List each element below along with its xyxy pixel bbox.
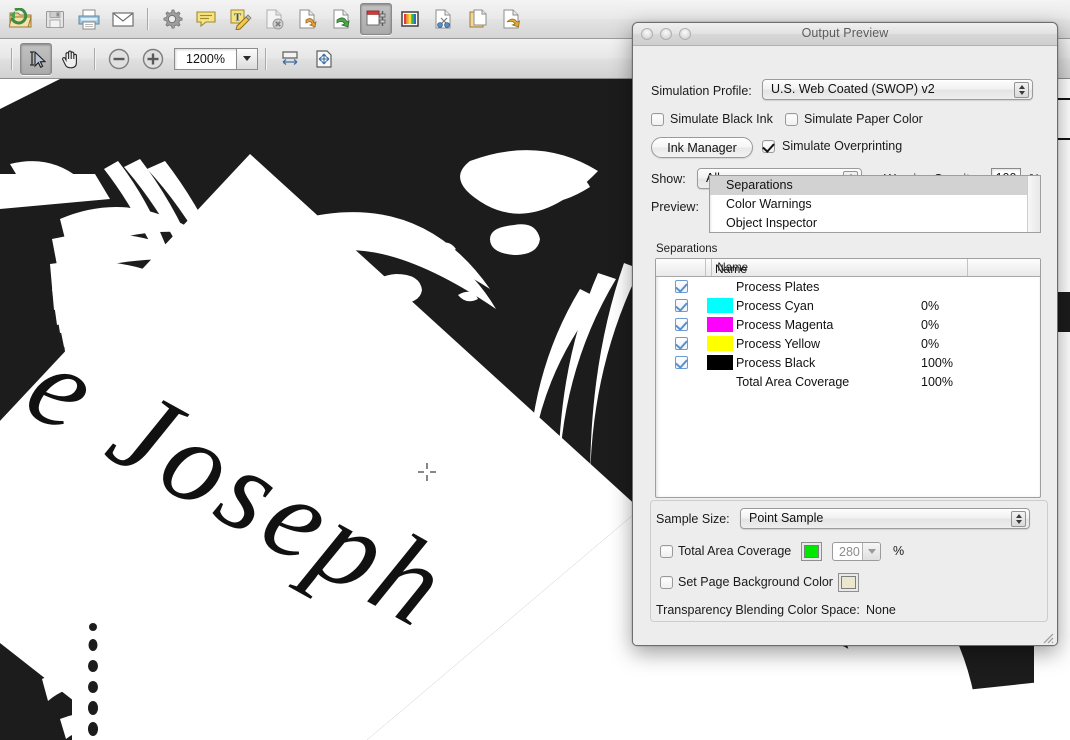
color-swatch <box>707 298 733 313</box>
preview-label: Preview: <box>651 200 699 214</box>
zoom-dropdown-button[interactable] <box>236 47 258 70</box>
separation-visibility-checkbox[interactable] <box>656 318 707 331</box>
separations-group-label: Separations <box>656 243 718 255</box>
simulate-paper-color-label: Simulate Paper Color <box>804 112 923 126</box>
print-icon[interactable] <box>73 3 105 35</box>
separation-value: 0% <box>921 298 940 313</box>
simulate-overprinting-checkbox[interactable] <box>762 140 775 153</box>
toolbar-separator <box>11 47 12 70</box>
toolbar-separator <box>147 8 148 30</box>
table-row[interactable]: Process Black 100% <box>656 353 1040 372</box>
separation-color-swatch <box>707 336 734 351</box>
preview-listbox[interactable]: Separations Color Warnings Object Inspec… <box>709 175 1041 233</box>
page-delete-icon[interactable] <box>258 3 290 35</box>
table-row[interactable]: Process Magenta 0% <box>656 315 1040 334</box>
fit-width-icon[interactable] <box>274 43 306 75</box>
output-preview-icon[interactable] <box>360 3 392 35</box>
text-edit-icon[interactable]: T <box>224 3 256 35</box>
preview-list-scrollbar[interactable] <box>1027 176 1040 232</box>
page-import-icon[interactable] <box>326 3 358 35</box>
fit-page-icon[interactable] <box>308 43 340 75</box>
simulation-profile-value: U.S. Web Coated (SWOP) v2 <box>771 82 935 96</box>
dialog-title: Output Preview <box>801 26 889 40</box>
separation-value: 0% <box>921 336 940 351</box>
separations-table-body: Process Plates Process Cyan 0% Process Mage… <box>656 277 1040 391</box>
table-row[interactable]: Process Cyan 0% <box>656 296 1040 315</box>
preview-item-object-inspector[interactable]: Object Inspector <box>710 214 1040 232</box>
separations-group: Name Process Plates Process Cyan 0% Process… <box>655 258 1041 498</box>
zoom-level-control[interactable]: 1200% <box>174 47 258 71</box>
zoom-level-input[interactable]: 1200% <box>174 47 236 70</box>
column-header-name[interactable]: Name <box>712 259 968 276</box>
crop-pages-icon[interactable] <box>428 3 460 35</box>
separation-value: 100% <box>921 374 953 389</box>
simulation-profile-label: Simulation Profile: <box>651 84 752 98</box>
toolbar-separator <box>265 47 266 70</box>
dialog-title-bar[interactable]: Output Preview <box>633 23 1057 46</box>
stepper-arrows-icon[interactable] <box>1014 82 1029 98</box>
zoom-in-icon[interactable] <box>137 43 169 75</box>
column-header-name-text: Name <box>715 262 748 276</box>
copy-pages-icon[interactable] <box>462 3 494 35</box>
separation-visibility-checkbox[interactable] <box>656 356 707 369</box>
table-row[interactable]: Process Yellow 0% <box>656 334 1040 353</box>
resize-grip-icon[interactable] <box>1040 630 1054 644</box>
checkmark-icon <box>675 337 688 350</box>
separation-visibility-checkbox[interactable] <box>656 337 707 350</box>
open-file-icon[interactable] <box>5 3 37 35</box>
separations-table[interactable]: Name Process Plates Process Cyan 0% Process… <box>655 258 1041 498</box>
separations-table-header: Name <box>656 259 1040 277</box>
separation-name: Total Area Coverage <box>736 374 850 389</box>
separation-color-swatch <box>707 317 734 332</box>
page-export-icon[interactable] <box>292 3 324 35</box>
page-action-icon[interactable] <box>496 3 528 35</box>
toolbar-separator <box>94 47 95 70</box>
chevron-down-icon <box>243 56 251 61</box>
table-row[interactable]: Total Area Coverage 100% <box>656 372 1040 391</box>
preview-item-separations[interactable]: Separations <box>710 176 1040 195</box>
separation-color-swatch <box>707 298 734 313</box>
color-swatch <box>707 336 733 351</box>
separation-name: Process Black <box>736 355 816 370</box>
zoom-out-icon[interactable] <box>103 43 135 75</box>
simulation-profile-select[interactable]: U.S. Web Coated (SWOP) v2 <box>762 79 1033 100</box>
color-bars-icon[interactable] <box>394 3 426 35</box>
column-header-value[interactable] <box>968 259 1040 276</box>
preferences-gear-icon[interactable] <box>156 3 188 35</box>
column-header-check[interactable] <box>656 259 707 276</box>
simulate-overprinting-label: Simulate Overprinting <box>782 139 903 153</box>
separation-visibility-checkbox[interactable] <box>656 299 707 312</box>
simulate-black-ink-checkbox[interactable] <box>651 113 664 126</box>
separation-value: 100% <box>921 355 953 370</box>
checkmark-icon <box>675 280 688 293</box>
email-icon[interactable] <box>107 3 139 35</box>
separation-name: Process Cyan <box>736 298 814 313</box>
save-icon[interactable] <box>39 3 71 35</box>
separation-visibility-checkbox[interactable] <box>656 280 707 293</box>
select-text-tool-icon[interactable] <box>20 42 52 75</box>
separation-name: Process Yellow <box>736 336 821 351</box>
show-label: Show: <box>651 172 686 186</box>
comment-bubble-icon[interactable] <box>190 3 222 35</box>
footer-group-frame <box>650 500 1048 622</box>
color-swatch <box>707 317 733 332</box>
separation-color-swatch <box>707 355 734 370</box>
color-swatch <box>707 355 733 370</box>
checkmark-icon <box>675 356 688 369</box>
simulate-black-ink-label: Simulate Black Ink <box>670 112 773 126</box>
ink-manager-button[interactable]: Ink Manager <box>651 137 753 158</box>
separation-value: 0% <box>921 317 940 332</box>
table-row[interactable]: Process Plates <box>656 277 1040 296</box>
simulate-paper-color-checkbox[interactable] <box>785 113 798 126</box>
separation-name: Process Plates <box>736 279 820 294</box>
preview-item-color-warnings[interactable]: Color Warnings <box>710 195 1040 214</box>
checkmark-icon <box>675 318 688 331</box>
hand-tool-icon[interactable] <box>54 43 86 75</box>
separation-name: Process Magenta <box>736 317 834 332</box>
checkmark-icon <box>675 299 688 312</box>
